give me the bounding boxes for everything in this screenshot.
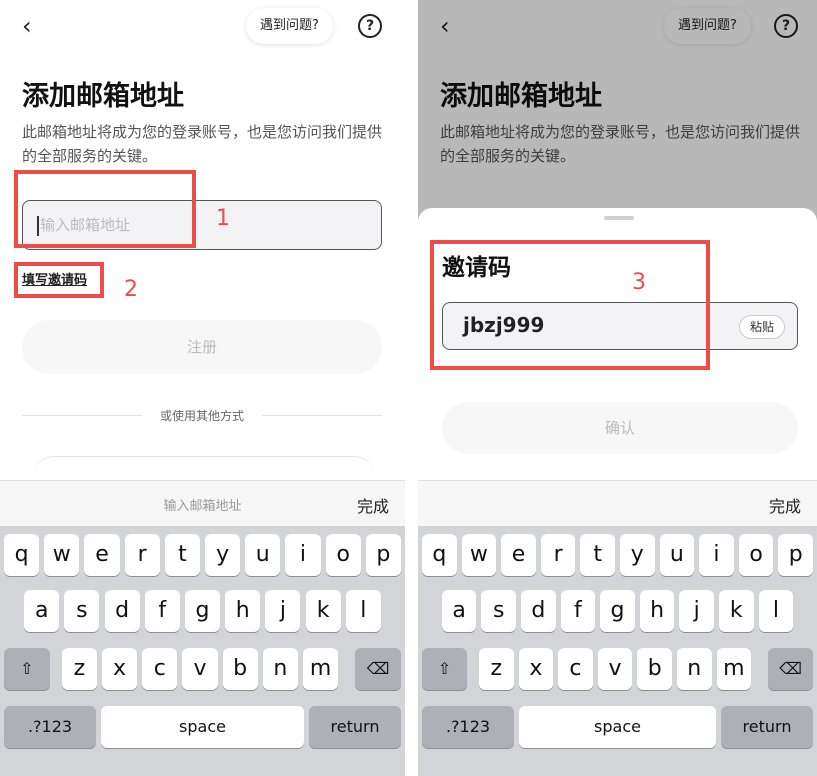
alt-methods-text: 或使用其他方式 [159, 409, 244, 423]
key-l[interactable]: l [345, 590, 381, 632]
key-e[interactable]: e [84, 534, 120, 576]
key-c[interactable]: c [142, 648, 178, 690]
key-t[interactable]: t [580, 534, 615, 576]
key-f[interactable]: f [144, 590, 180, 632]
key-v[interactable]: v [182, 648, 218, 690]
key-d[interactable]: d [521, 590, 556, 632]
key-j[interactable]: j [679, 590, 714, 632]
key-b[interactable]: b [222, 648, 258, 690]
key-h[interactable]: h [225, 590, 261, 632]
space-key[interactable]: space [519, 706, 716, 748]
key-w[interactable]: w [461, 534, 497, 576]
key-n[interactable]: n [262, 648, 298, 690]
key-f[interactable]: f [560, 590, 596, 632]
key-b[interactable]: b [637, 648, 672, 690]
annotation-box-3 [430, 240, 710, 370]
shift-key-icon[interactable]: ⇧ [4, 648, 50, 690]
key-z[interactable]: z [478, 648, 514, 690]
key-k[interactable]: k [719, 590, 754, 632]
paste-button[interactable]: 粘贴 [738, 315, 785, 339]
annotation-box-1 [14, 170, 196, 248]
key-a[interactable]: a [441, 590, 477, 632]
screen-invite-code-sheet: ‹ 遇到问题? ? 添加邮箱地址 此邮箱地址将成为您的登录账号，也是您访问我们提… [418, 0, 817, 776]
key-n[interactable]: n [676, 648, 712, 690]
delete-key-icon[interactable]: ⌫ [355, 648, 401, 690]
sheet-grab-handle[interactable] [604, 216, 634, 220]
key-u[interactable]: u [659, 534, 695, 576]
back-chevron-icon[interactable]: ‹ [22, 14, 42, 38]
key-p[interactable]: p [778, 534, 813, 576]
key-q[interactable]: q [422, 534, 457, 576]
return-key[interactable]: return [721, 706, 813, 748]
annotation-box-2 [14, 262, 104, 298]
key-o[interactable]: o [325, 534, 361, 576]
delete-key-icon[interactable]: ⌫ [768, 648, 813, 690]
key-j[interactable]: j [265, 590, 301, 632]
key-u[interactable]: u [245, 534, 281, 576]
key-r[interactable]: r [124, 534, 160, 576]
key-m[interactable]: m [716, 648, 752, 690]
key-y[interactable]: y [205, 534, 241, 576]
keyboard-hint: 输入邮箱地址 [163, 499, 242, 514]
keyboard-done-button[interactable]: 完成 [769, 493, 801, 517]
key-c[interactable]: c [558, 648, 593, 690]
key-i[interactable]: i [699, 534, 734, 576]
key-t[interactable]: t [164, 534, 200, 576]
confirm-button[interactable]: 确认 [442, 402, 798, 454]
key-d[interactable]: d [104, 590, 140, 632]
help-question-icon[interactable]: ? [358, 14, 382, 38]
space-key[interactable]: space [101, 706, 304, 748]
numbers-key[interactable]: .?123 [4, 706, 96, 748]
key-p[interactable]: p [365, 534, 401, 576]
key-s[interactable]: s [64, 590, 100, 632]
key-k[interactable]: k [305, 590, 341, 632]
key-g[interactable]: g [600, 590, 635, 632]
shift-key-icon[interactable]: ⇧ [422, 648, 467, 690]
register-button[interactable]: 注册 [22, 320, 382, 374]
annotation-label-1: 1 [216, 206, 230, 231]
key-m[interactable]: m [302, 648, 339, 690]
key-q[interactable]: q [4, 534, 40, 576]
key-g[interactable]: g [184, 590, 221, 632]
return-key[interactable]: return [309, 706, 401, 748]
annotation-label-2: 2 [124, 277, 138, 302]
key-s[interactable]: s [481, 590, 516, 632]
key-h[interactable]: h [639, 590, 675, 632]
page-subtitle: 此邮箱地址将成为您的登录账号，也是您访问我们提供的全部服务的关键。 [22, 123, 383, 165]
help-button[interactable]: 遇到问题? [246, 8, 333, 44]
key-x[interactable]: x [518, 648, 554, 690]
key-i[interactable]: i [285, 534, 321, 576]
key-z[interactable]: z [61, 648, 97, 690]
key-a[interactable]: a [24, 590, 60, 632]
keyboard: q w e r t y u i o p a s d f g h j k l ⇧ z x c v b n m ⌫ .?123 space re… [0, 526, 405, 776]
keyboard-done-button[interactable]: 完成 [357, 493, 389, 517]
numbers-key[interactable]: .?123 [422, 706, 514, 748]
key-y[interactable]: y [620, 534, 655, 576]
key-e[interactable]: e [501, 534, 536, 576]
alt-methods-divider: 或使用其他方式 [22, 404, 382, 428]
annotation-label-3: 3 [632, 270, 646, 295]
key-r[interactable]: r [540, 534, 576, 576]
keyboard-toolbar: 输入邮箱地址 完成 [0, 480, 405, 526]
key-v[interactable]: v [597, 648, 633, 690]
keyboard-toolbar: 完成 [418, 480, 817, 526]
key-x[interactable]: x [101, 648, 138, 690]
keyboard: q w e r t y u i o p a s d f g h j k l ⇧ z x c v b n m ⌫ .?123 space re… [418, 526, 817, 776]
key-o[interactable]: o [738, 534, 774, 576]
key-l[interactable]: l [758, 590, 794, 632]
page-title: 添加邮箱地址 [22, 81, 184, 112]
key-w[interactable]: w [44, 534, 80, 576]
screen-add-email: ‹ 遇到问题? ? 添加邮箱地址 此邮箱地址将成为您的登录账号，也是您访问我们提… [0, 0, 405, 776]
